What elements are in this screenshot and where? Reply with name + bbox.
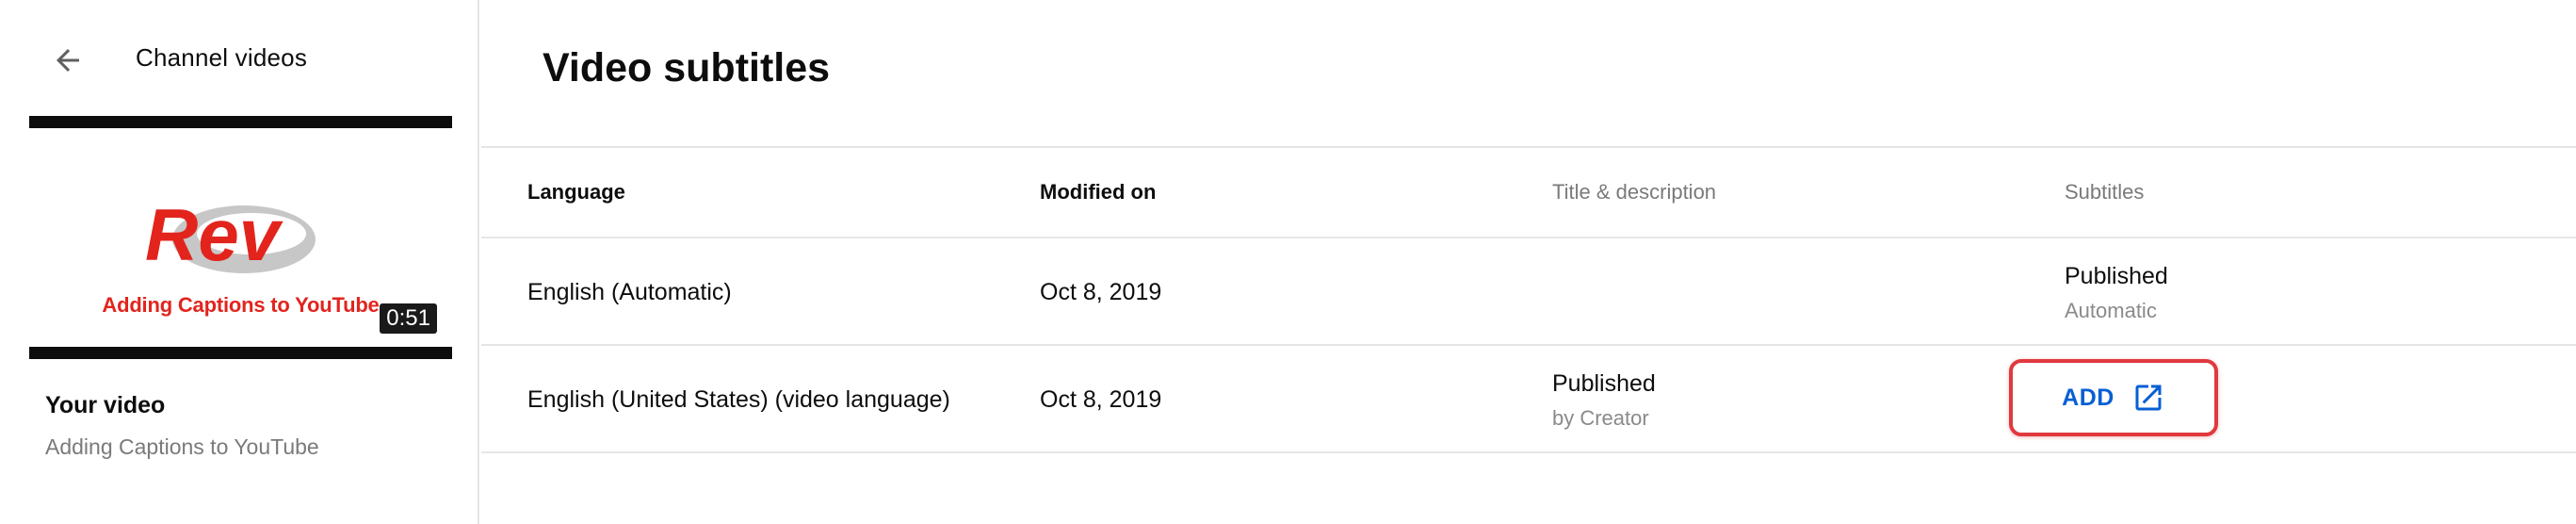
video-name: Adding Captions to YouTube <box>45 434 319 459</box>
column-header-language: Language <box>527 180 625 204</box>
subtitles-status-detail: Automatic <box>2065 299 2157 322</box>
column-header-modified: Modified on <box>1040 180 1157 204</box>
sidebar-title: Channel videos <box>136 43 308 72</box>
your-video-label: Your video <box>45 392 166 418</box>
arrow-left-icon <box>57 49 79 72</box>
duration-badge: 0:51 <box>380 303 437 334</box>
language-cell: English (United States) (video language) <box>527 386 950 413</box>
divider <box>481 344 2576 346</box>
modified-cell: Oct 8, 2019 <box>1040 386 1162 413</box>
video-thumbnail[interactable]: Rev Adding Captions to YouTube 0:51 <box>29 116 452 359</box>
back-button[interactable] <box>43 36 92 85</box>
divider <box>481 451 2576 453</box>
add-subtitles-button[interactable]: ADD <box>2009 359 2218 436</box>
column-header-title-description: Title & description <box>1552 180 1717 204</box>
column-header-subtitles: Subtitles <box>2065 180 2145 204</box>
sidebar: Channel videos Rev Adding Captions to Yo… <box>0 0 479 524</box>
modified-cell: Oct 8, 2019 <box>1040 279 1162 305</box>
add-button-label: ADD <box>2062 384 2114 411</box>
divider <box>481 146 2576 148</box>
divider <box>481 237 2576 238</box>
subtitles-status: Published <box>2065 263 2168 289</box>
svg-text:Rev: Rev <box>145 193 284 276</box>
title-description-status: Published <box>1552 370 1656 397</box>
language-cell: English (Automatic) <box>527 279 732 305</box>
open-in-new-icon <box>2135 385 2162 411</box>
title-description-detail: by Creator <box>1552 406 1649 430</box>
page-title: Video subtitles <box>543 45 831 90</box>
